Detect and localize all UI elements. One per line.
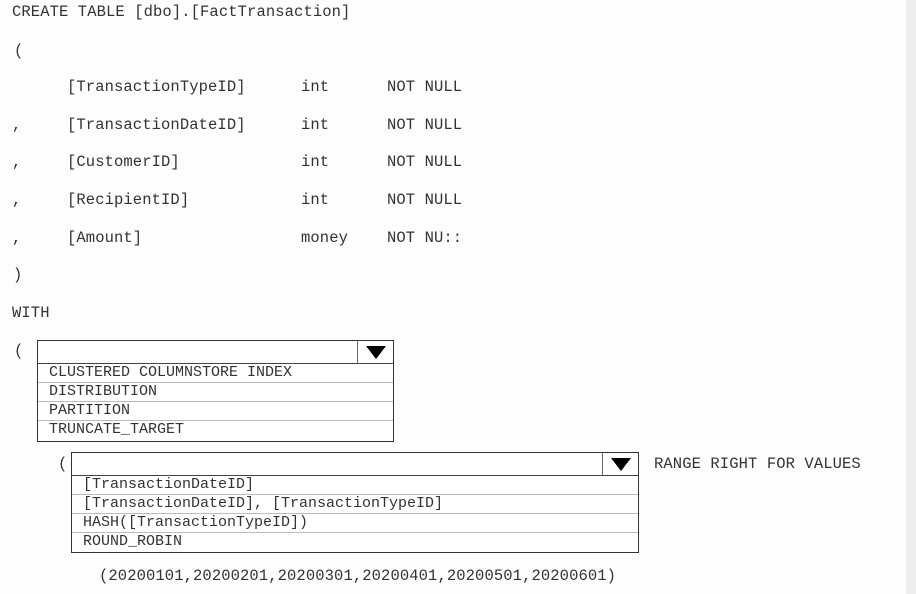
column-name: [RecipientID] (67, 191, 190, 209)
partition-values: (20200101,20200201,20200301,20200401,202… (99, 567, 617, 585)
dropdown-option[interactable]: PARTITION (38, 402, 393, 421)
column-prefix: , (12, 191, 22, 209)
column-constraint: NOT NULL (387, 116, 463, 134)
dropdown-option[interactable]: CLUSTERED COLUMNSTORE INDEX (38, 364, 393, 383)
dropdown-option[interactable]: TRUNCATE_TARGET (38, 421, 393, 439)
column-constraint: NOT NULL (387, 78, 463, 96)
column-name: [CustomerID] (67, 153, 180, 171)
dropdown-toggle-button[interactable] (357, 341, 393, 363)
dropdown-option[interactable]: [TransactionDateID] (72, 476, 638, 495)
distribution-column-dropdown[interactable]: [TransactionDateID] [TransactionDateID],… (71, 452, 639, 553)
column-prefix: , (12, 116, 22, 134)
column-prefix: , (12, 229, 22, 247)
dropdown-selected-box[interactable] (38, 341, 393, 364)
dropdown-option[interactable]: DISTRIBUTION (38, 383, 393, 402)
create-table-line: CREATE TABLE [dbo].[FactTransaction] (12, 3, 351, 21)
dropdown-toggle-button[interactable] (602, 453, 638, 475)
column-name: [Amount] (67, 229, 143, 247)
column-name: [TransactionTypeID] (67, 78, 246, 96)
column-prefix: , (12, 153, 22, 171)
column-type: int (301, 116, 330, 134)
close-paren: ) (13, 266, 23, 284)
column-constraint: NOT NU:: (387, 229, 463, 247)
column-type: int (301, 78, 330, 96)
column-type: int (301, 191, 330, 209)
open-paren: ( (14, 42, 24, 60)
with-keyword: WITH (12, 304, 50, 322)
column-name: [TransactionDateID] (67, 116, 246, 134)
triangle-down-icon (610, 457, 631, 471)
column-type: int (301, 153, 330, 171)
inner-open-paren: ( (58, 455, 68, 473)
dropdown-selected-box[interactable] (72, 453, 638, 476)
column-type: money (301, 229, 349, 247)
dropdown-option[interactable]: ROUND_ROBIN (72, 533, 638, 551)
with-open-paren: ( (14, 342, 24, 360)
dropdown-option[interactable]: HASH([TransactionTypeID]) (72, 514, 638, 533)
dropdown-option[interactable]: [TransactionDateID], [TransactionTypeID] (72, 495, 638, 514)
triangle-down-icon (365, 345, 386, 359)
column-constraint: NOT NULL (387, 191, 463, 209)
table-option-dropdown[interactable]: CLUSTERED COLUMNSTORE INDEX DISTRIBUTION… (37, 340, 394, 442)
column-constraint: NOT NULL (387, 153, 463, 171)
range-right-text: RANGE RIGHT FOR VALUES (654, 455, 861, 473)
right-edge-strip (906, 0, 916, 594)
